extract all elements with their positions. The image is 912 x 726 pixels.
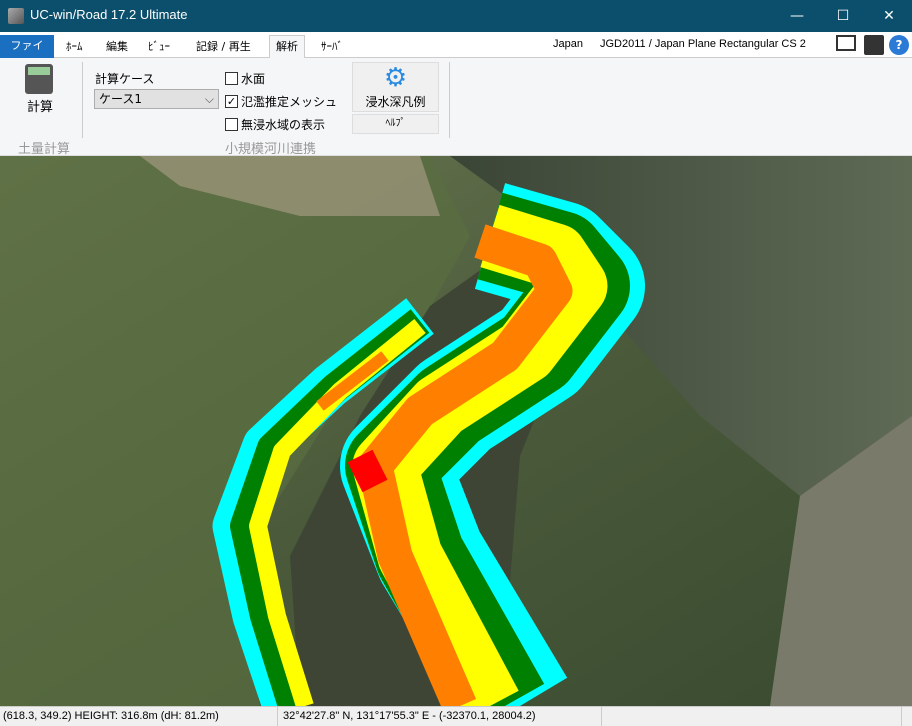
save-icon[interactable] [864, 35, 884, 55]
case-select-value: ケース1 [99, 92, 143, 106]
help-button[interactable]: ﾍﾙﾌﾟ [352, 114, 439, 134]
ribbon-tabs: ファイル ﾎｰﾑ 編集 ﾋﾞｭｰ 記録 / 再生 解析 ｻｰﾊﾞ Japan J… [0, 32, 912, 74]
checkbox-box[interactable] [225, 118, 238, 131]
crs-label: JGD2011 / Japan Plane Rectangular CS 2 [600, 38, 806, 50]
minimize-button[interactable]: — [774, 0, 820, 32]
status-bar: (618.3, 349.2) HEIGHT: 316.8m (dH: 81.2m… [0, 706, 912, 726]
tab-view[interactable]: ﾋﾞｭｰ [142, 36, 176, 58]
case-select[interactable]: ケース1 ⌵ [94, 89, 219, 109]
calculator-icon [25, 64, 53, 94]
depth-legend-label: 浸水深凡例 [365, 95, 426, 109]
region-label: Japan [553, 38, 583, 50]
gear-icon: ⚙ [383, 63, 408, 93]
close-button[interactable]: ✕ [866, 0, 912, 32]
tab-analysis[interactable]: 解析 [269, 35, 305, 58]
status-geo-coords: 32°42'27.8" N, 131°17'55.3" E - (-32370.… [280, 707, 602, 726]
status-cursor-height: (618.3, 349.2) HEIGHT: 316.8m (dH: 81.2m… [0, 707, 278, 726]
status-empty [602, 707, 902, 726]
group-earthwork-label: 土量計算 [18, 142, 71, 157]
calc-button[interactable]: 計算 [27, 96, 53, 115]
checkbox-label: 氾濫推定メッシュ [241, 95, 338, 109]
case-label: 計算ケース [95, 72, 155, 86]
chevron-down-icon: ⌵ [204, 92, 214, 106]
checkbox-label: 無浸水域の表示 [241, 118, 326, 132]
tab-edit[interactable]: 編集 [100, 36, 134, 58]
checkbox-box[interactable] [225, 72, 238, 85]
divider [82, 62, 83, 138]
help-icon[interactable]: ? [889, 35, 909, 55]
maximize-button[interactable]: ☐ [820, 0, 866, 32]
title-bar: UC-win/Road 17.2 Ultimate — ☐ ✕ [0, 0, 912, 32]
ribbon: 計算 土量計算 計算ケース ケース1 ⌵ 水面 ✓ 氾濫推定メッシュ 無浸水域の表示… [0, 58, 912, 157]
checkbox-non-flooded[interactable]: 無浸水域の表示 [225, 116, 325, 133]
tab-server[interactable]: ｻｰﾊﾞ [315, 36, 349, 58]
group-river-label: 小規模河川連携 [225, 142, 317, 157]
checkbox-label: 水面 [241, 72, 266, 86]
checkbox-flood-mesh[interactable]: ✓ 氾濫推定メッシュ [225, 93, 337, 110]
divider [449, 62, 450, 138]
terrain-scene[interactable] [0, 156, 912, 706]
3d-viewport[interactable] [0, 156, 912, 706]
tab-home[interactable]: ﾎｰﾑ [60, 36, 89, 58]
tab-record-playback[interactable]: 記録 / 再生 [190, 36, 257, 58]
tab-file[interactable]: ファイル [0, 35, 54, 74]
checkbox-water-surface[interactable]: 水面 [225, 70, 265, 87]
window-title: UC-win/Road 17.2 Ultimate [30, 7, 188, 22]
app-icon [8, 8, 24, 24]
depth-legend-button[interactable]: ⚙ 浸水深凡例 [352, 62, 439, 112]
message-icon[interactable] [836, 35, 856, 51]
checkbox-box-checked[interactable]: ✓ [225, 95, 238, 108]
